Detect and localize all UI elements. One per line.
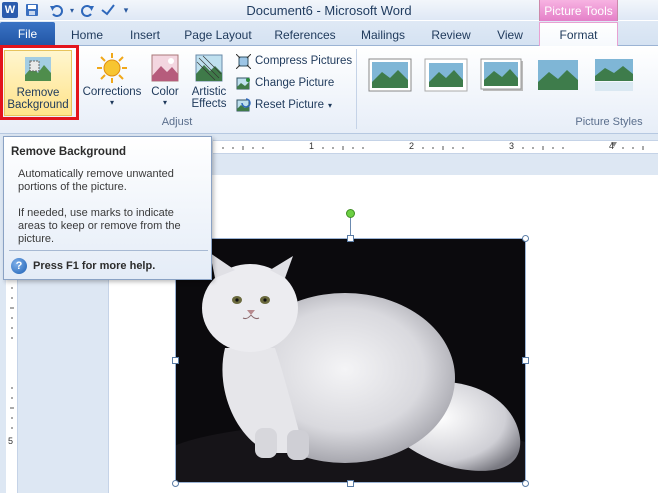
tooltip-body: Automatically remove unwanted portions o… [18,168,203,246]
reset-picture-button[interactable]: Reset Picture ▾ [236,96,332,114]
ruler-label-3: 3 [509,141,515,151]
tab-file[interactable]: File [0,22,55,46]
group-divider [356,49,357,129]
tooltip-paragraph-2: If needed, use marks to indicate areas t… [18,207,181,245]
ruler-ticks [222,142,644,150]
resize-handle-top-right[interactable] [522,235,529,242]
ruler-label-4: 4 [609,141,615,151]
picture-style-reflected[interactable] [592,58,636,92]
artistic-effects-label-2: Effects [191,98,227,110]
chevron-down-icon: ▾ [109,98,114,107]
picture-selection-frame [175,238,526,483]
tab-references[interactable]: References [270,25,340,46]
tab-format[interactable]: Format [539,22,618,47]
title-bar: W ▾ ▾ Document6 - Microsoft Word Picture… [0,0,658,21]
resize-handle-bottom-left[interactable] [172,480,179,487]
color-picture-icon [149,52,181,84]
picture-style-shadow[interactable] [480,58,524,92]
color-label: Color [151,86,179,98]
tooltip-divider [9,250,208,251]
tab-home[interactable]: Home [66,25,108,46]
picture-style-soft-edge[interactable] [536,58,580,92]
change-picture-button[interactable]: Change Picture [236,74,334,92]
tooltip-help: ? Press F1 for more help. [11,258,155,274]
change-picture-label: Change Picture [255,77,335,89]
help-icon: ? [11,258,27,274]
ribbon-tabs: File Home Insert Page Layout References … [0,21,658,47]
picture-style-white-border[interactable] [424,58,468,92]
remove-background-tooltip: Remove Background Automatically remove u… [3,136,212,280]
tab-review[interactable]: Review [426,25,476,46]
color-button[interactable]: Color ▾ [146,50,184,116]
sun-icon [96,52,128,84]
tooltip-help-text: Press F1 for more help. [33,260,156,272]
tab-view[interactable]: View [490,25,530,46]
picture-tools-header: Picture Tools [539,0,618,21]
compress-pictures-label: Compress Pictures [255,55,353,67]
change-picture-icon [236,76,251,91]
resize-handle-left[interactable] [172,357,179,364]
rotation-handle[interactable] [346,209,355,218]
ruler-label-1: 1 [309,141,315,151]
corrections-button[interactable]: Corrections ▾ [80,50,144,116]
compress-icon [235,53,252,69]
ribbon: Remove Background Corrections ▾ Color ▾ … [0,46,658,134]
resize-handle-top[interactable] [347,235,354,242]
chevron-down-icon: ▾ [328,100,333,110]
reset-picture-label: Reset Picture [255,99,325,111]
artistic-effects-label-1: Artistic [191,86,227,98]
tab-page-layout[interactable]: Page Layout [180,25,256,46]
tab-insert[interactable]: Insert [124,25,166,46]
corrections-label: Corrections [82,86,142,98]
picture-style-simple-frame[interactable] [368,58,412,92]
tooltip-paragraph-1: Automatically remove unwanted portions o… [18,168,174,193]
vertical-ruler-label: 5 [8,436,14,446]
chevron-down-icon: ▾ [162,98,167,107]
reset-picture-icon [236,97,251,113]
remove-background-highlight [0,45,79,120]
horizontal-ruler[interactable]: 1 2 3 4 [213,140,658,154]
resize-handle-bottom[interactable] [347,480,354,487]
rotation-connector [350,217,351,235]
ruler-label-2: 2 [409,141,415,151]
tooltip-title: Remove Background [11,146,127,158]
picture-styles-group-label: Picture Styles [575,116,643,128]
artistic-effects-button[interactable]: Artistic Effects [186,50,232,116]
compress-pictures-button[interactable]: Compress Pictures [235,52,353,70]
tab-mailings[interactable]: Mailings [354,25,412,46]
artistic-effects-icon [193,52,225,84]
resize-handle-right[interactable] [522,357,529,364]
resize-handle-bottom-right[interactable] [522,480,529,487]
